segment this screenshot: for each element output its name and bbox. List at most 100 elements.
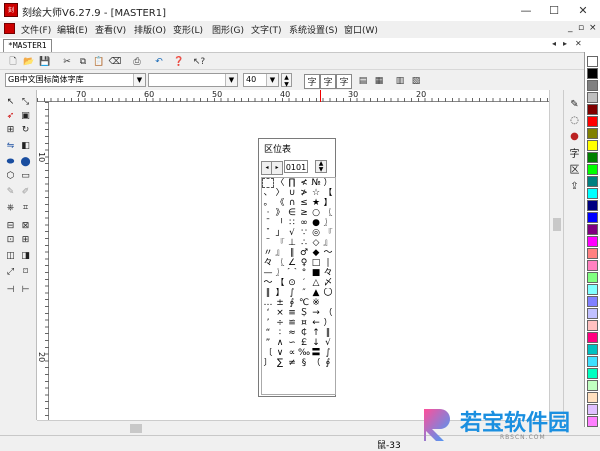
grid-cell[interactable]: ○ xyxy=(310,208,322,218)
grid-cell[interactable]: ∩ xyxy=(286,198,298,208)
paste-icon[interactable]: 📋 xyxy=(92,55,106,68)
grid-cell[interactable]: ℃ xyxy=(298,298,310,308)
stamp-icon[interactable]: ⎈ xyxy=(4,202,17,214)
grid-cell[interactable]: ∫ xyxy=(286,288,298,298)
scale-icon[interactable]: ⊞ xyxy=(4,124,17,136)
grid-cell[interactable]: ★ xyxy=(310,198,322,208)
grid-cell[interactable]: ∧ xyxy=(274,338,286,348)
grid-cell[interactable]: — xyxy=(262,268,274,278)
grid-cell[interactable]: 〉 xyxy=(274,188,286,198)
fill-icon[interactable]: ◧ xyxy=(19,140,32,152)
grid-cell[interactable]: 〈 xyxy=(274,178,286,188)
italic-text-button[interactable]: 字 xyxy=(320,74,336,89)
pen-icon[interactable]: ✎ xyxy=(4,186,17,198)
horizontal-text-icon[interactable]: ▥ xyxy=(393,74,407,87)
grid-cell[interactable]: ” xyxy=(262,338,274,348)
grid-cell[interactable]: ∨ xyxy=(274,348,286,358)
grid-cell[interactable]: （ xyxy=(322,308,334,318)
menu-system-settings[interactable]: 系统设置(S) xyxy=(289,23,338,36)
grid-cell[interactable]: ～ xyxy=(322,248,334,258)
grid-cell[interactable]: ※ xyxy=(310,298,322,308)
grid-cell[interactable]: ∷ xyxy=(286,218,298,228)
open-icon[interactable]: 📂 xyxy=(22,55,36,68)
grid-cell[interactable]: 」 xyxy=(274,228,286,238)
color-swatch[interactable] xyxy=(587,152,598,163)
horizontal-ruler[interactable]: 70 60 50 40 30 20 xyxy=(37,90,549,102)
menu-text[interactable]: 文字(T) xyxy=(251,23,282,36)
color-swatch[interactable] xyxy=(587,260,598,271)
menu-window[interactable]: 窗口(W) xyxy=(344,23,378,36)
grid-cell[interactable]: ’ xyxy=(262,318,274,328)
size-spinner[interactable]: ▲ ▼ xyxy=(281,73,292,88)
grid-cell[interactable]: ∮ xyxy=(286,298,298,308)
color-swatch[interactable] xyxy=(587,344,598,355)
grid-cell[interactable]: ） xyxy=(322,178,334,188)
color-swatch[interactable] xyxy=(587,248,598,259)
grid-cell[interactable]: ± xyxy=(274,298,286,308)
menu-layout[interactable]: 排版(O) xyxy=(134,23,166,36)
grid-cell[interactable]: ∶ xyxy=(274,328,286,338)
outline-text-button[interactable]: 字 xyxy=(336,74,352,89)
grid-cell[interactable]: § xyxy=(298,358,310,368)
tab-master1[interactable]: *MASTER1 xyxy=(3,39,52,52)
grid-cell[interactable]: 々 xyxy=(262,258,274,268)
bold-text-button[interactable]: 字 xyxy=(304,74,320,89)
cut-icon[interactable]: ✂ xyxy=(60,55,74,68)
grid-icon[interactable]: ⊟ xyxy=(4,220,17,232)
close-button[interactable]: ✕ xyxy=(568,0,598,21)
grid-cell[interactable]: 』 xyxy=(274,248,286,258)
grid-cell[interactable]: ⌒ xyxy=(286,268,298,278)
polygon-icon[interactable]: ⬡ xyxy=(4,170,17,182)
tab-next-button[interactable]: ▸ xyxy=(563,39,567,48)
char-icon[interactable]: 字 xyxy=(567,146,582,160)
mdi-restore-button[interactable]: ▫ xyxy=(578,23,584,33)
expand-icon[interactable]: ⊢ xyxy=(19,284,32,296)
color-swatch[interactable] xyxy=(587,224,598,235)
brush-icon[interactable]: ✐ xyxy=(19,186,32,198)
grid-cell[interactable]: × xyxy=(274,308,286,318)
align-justify-icon[interactable]: ▦ xyxy=(372,74,386,87)
color-swatch[interactable] xyxy=(587,320,598,331)
mdi-close-button[interactable]: × xyxy=(589,23,597,33)
color-swatch[interactable] xyxy=(587,176,598,187)
grid-cell[interactable]: … xyxy=(262,298,274,308)
grid-cell[interactable]: 《 xyxy=(274,198,286,208)
grid-cell[interactable]: ☆ xyxy=(310,188,322,198)
grid-cell[interactable]: ˉ xyxy=(262,218,274,228)
code-input[interactable]: 0101 xyxy=(284,160,308,173)
grid-cell[interactable]: 々 xyxy=(322,268,334,278)
grid-cell[interactable]: ← xyxy=(310,318,322,328)
color-swatch[interactable] xyxy=(587,236,598,247)
color-swatch[interactable] xyxy=(587,128,598,139)
grid-cell[interactable]: ˇ xyxy=(262,228,274,238)
menu-app-icon[interactable] xyxy=(4,23,15,34)
grid-cell[interactable]: 〖 xyxy=(322,208,334,218)
color-swatch[interactable] xyxy=(587,284,598,295)
menu-graphics[interactable]: 图形(G) xyxy=(212,23,244,36)
grid-cell[interactable]: ◆ xyxy=(310,248,322,258)
color-swatch[interactable] xyxy=(587,188,598,199)
grid-cell[interactable]: √ xyxy=(286,228,298,238)
save-icon[interactable]: 💾 xyxy=(38,55,52,68)
quwei-table-panel[interactable]: 区位表 ◂ ▸ 0101 ▲ ▼ 、。 · ˉ ˇ ¨ 〃々 — ～ ‖… ‘’ “” 〔〕〈〉《》「」… xyxy=(258,138,336,397)
grid-cell[interactable]: ≌ xyxy=(286,318,298,328)
grid-cell[interactable]: ÷ xyxy=(274,318,286,328)
layer-icon[interactable]: ◫ xyxy=(4,250,17,262)
grid-cell[interactable]: ∫ xyxy=(322,348,334,358)
align-icon[interactable]: ⊠ xyxy=(19,220,32,232)
color-swatch[interactable] xyxy=(587,68,598,79)
grid-cell[interactable]: ∮ xyxy=(322,358,334,368)
grid-cell[interactable]: ▲ xyxy=(310,288,322,298)
grid-cell[interactable]: ‖ xyxy=(262,288,274,298)
grid-cell[interactable]: 〓 xyxy=(310,348,322,358)
tab-prev-button[interactable]: ◂ xyxy=(552,39,556,48)
mirror-icon[interactable]: ⇋ xyxy=(4,140,17,152)
grid-cell[interactable]: 》 xyxy=(274,208,286,218)
grid-cell[interactable]: ￠ xyxy=(298,328,310,338)
grid-cell[interactable]: ￡ xyxy=(298,338,310,348)
code-spinner[interactable]: ▲ ▼ xyxy=(315,160,327,173)
grid-cell[interactable]: ° xyxy=(298,268,310,278)
grid-cell[interactable]: ⊥ xyxy=(286,238,298,248)
grid-cell[interactable]: ≤ xyxy=(298,198,310,208)
grid-cell[interactable]: ＄ xyxy=(298,308,310,318)
